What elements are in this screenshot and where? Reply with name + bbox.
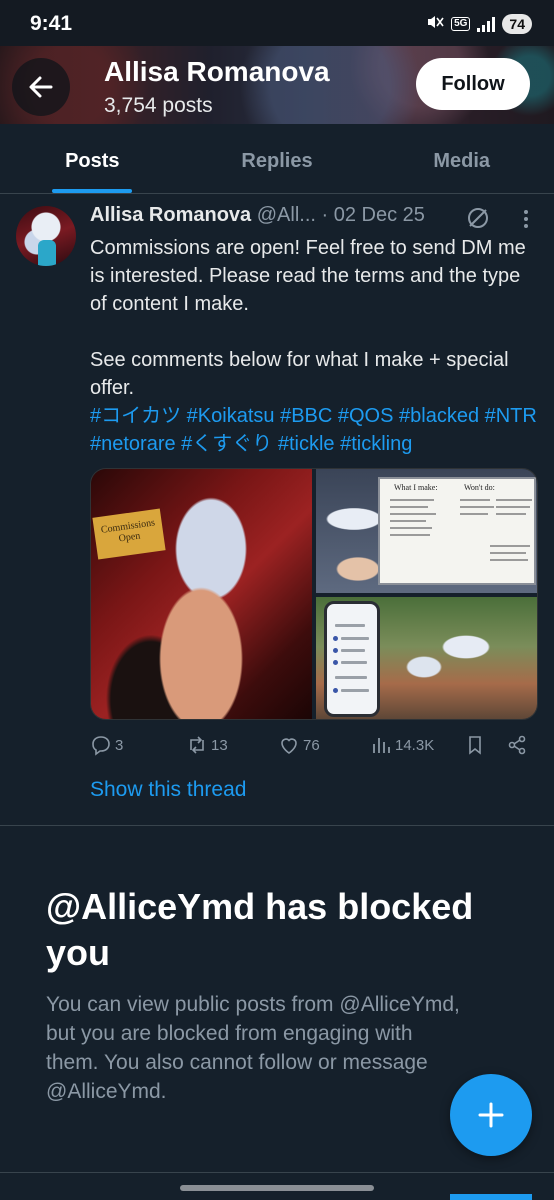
follow-button[interactable]: Follow: [416, 58, 530, 110]
media-image[interactable]: What I make: Won't do:: [316, 469, 537, 593]
profile-header: Allisa Romanova 3,754 posts Follow: [0, 46, 554, 124]
share-button[interactable]: [506, 734, 528, 756]
bookmark-icon: [469, 736, 481, 755]
board-heading: What I make:: [394, 483, 438, 492]
author-handle[interactable]: @All...: [257, 204, 316, 226]
tab-media[interactable]: Media: [369, 124, 554, 193]
post-paragraph: See comments below for what I make + spe…: [90, 349, 509, 399]
share-icon: [508, 735, 526, 755]
repost-button[interactable]: 13: [186, 734, 228, 756]
home-indicator[interactable]: [180, 1185, 374, 1191]
reply-icon: [92, 736, 110, 756]
image-board: What I make: Won't do:: [378, 477, 536, 585]
active-tab-indicator: [52, 189, 132, 193]
tab-replies[interactable]: Replies: [185, 124, 370, 193]
tab-posts[interactable]: Posts: [0, 124, 185, 193]
media-image[interactable]: Commissions Open: [91, 469, 312, 719]
status-time: 9:41: [30, 12, 73, 35]
views-icon: [373, 738, 390, 753]
post-paragraph: Commissions are open! Feel free to send …: [90, 237, 526, 315]
image-phone: [324, 601, 380, 717]
reply-button[interactable]: 3: [90, 734, 123, 756]
more-options-icon[interactable]: [522, 208, 530, 236]
like-count: 76: [303, 736, 320, 754]
post-actions: 3 13 76 14.3K: [90, 734, 540, 764]
profile-name: Allisa Romanova: [104, 56, 330, 87]
tab-label: Posts: [65, 150, 120, 172]
bottom-divider: [0, 1172, 554, 1173]
status-icons: 5G 74: [426, 13, 532, 34]
hashtags[interactable]: #コイカツ #Koikatsu #BBC #QOS #blacked #NTR …: [90, 402, 540, 458]
post[interactable]: Allisa Romanova @All... · 02 Dec 25 Comm…: [0, 194, 554, 826]
like-button[interactable]: 76: [278, 734, 320, 756]
image-sign: Commissions Open: [92, 508, 166, 560]
view-count: 14.3K: [395, 736, 435, 754]
grok-icon[interactable]: [466, 206, 490, 236]
blocked-title: @AlliceYmd has blocked you: [46, 886, 474, 973]
network-type-icon: 5G: [451, 16, 471, 31]
post-count: 3,754 posts: [104, 94, 213, 117]
battery-icon: 74: [502, 13, 532, 34]
blocked-description: You can view public posts from @AlliceYm…: [46, 993, 460, 1103]
status-bar: 9:41 5G 74: [0, 0, 554, 46]
signal-icon: [477, 16, 496, 32]
views-button[interactable]: 14.3K: [370, 734, 434, 756]
tab-label: Replies: [241, 150, 313, 172]
mute-icon: [426, 13, 444, 34]
arrow-left-icon: [29, 76, 53, 98]
avatar-figure: [38, 240, 56, 266]
bookmark-button[interactable]: [464, 734, 486, 756]
post-date[interactable]: 02 Dec 25: [334, 204, 425, 226]
bottom-accent: [450, 1194, 532, 1200]
back-button[interactable]: [12, 58, 70, 116]
plus-icon: [478, 1102, 504, 1128]
reply-count: 3: [115, 736, 124, 754]
media-image[interactable]: [316, 597, 537, 719]
heart-icon: [281, 738, 297, 754]
repost-count: 13: [211, 736, 228, 754]
author-name[interactable]: Allisa Romanova: [90, 204, 251, 226]
post-text: Commissions are open! Feel free to send …: [90, 234, 540, 458]
tab-label: Media: [433, 150, 491, 172]
board-heading: Won't do:: [464, 483, 495, 492]
compose-button[interactable]: [450, 1074, 532, 1156]
media-grid: Commissions Open What I make: Won't do:: [90, 468, 538, 720]
repost-icon: [190, 736, 204, 754]
show-thread-link[interactable]: Show this thread: [90, 778, 246, 802]
separator: ·: [321, 204, 329, 226]
profile-tabs: Posts Replies Media: [0, 124, 554, 194]
avatar[interactable]: [16, 206, 76, 266]
post-header: Allisa Romanova @All... · 02 Dec 25: [90, 204, 540, 234]
